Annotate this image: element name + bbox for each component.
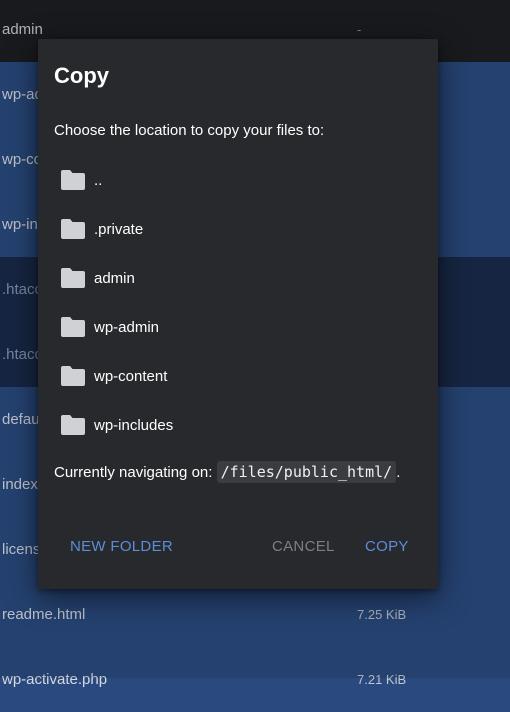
copy-dialog: Copy Choose the location to copy your fi… — [38, 39, 438, 589]
folder-label: wp-content — [94, 368, 168, 385]
folder-icon — [61, 366, 85, 386]
folder-label: .private — [94, 221, 144, 238]
dialog-title: Copy — [54, 63, 109, 88]
folder-item-parent[interactable]: .. — [38, 156, 438, 205]
dialog-prompt: Choose the location to copy your files t… — [54, 122, 325, 139]
folder-icon — [61, 219, 85, 239]
folder-icon — [61, 268, 85, 288]
folder-label: .. — [94, 172, 103, 189]
navigating-prefix: Currently navigating on: — [54, 464, 217, 481]
folder-label: wp-includes — [94, 417, 174, 434]
folder-item-admin[interactable]: admin — [38, 254, 438, 303]
folder-icon — [61, 170, 85, 190]
current-path: /files/public_html/ — [216, 461, 397, 483]
folder-item-private[interactable]: .private — [38, 205, 438, 254]
folder-list: .. .private admin wp-admin wp-content wp… — [38, 156, 438, 450]
cancel-button[interactable]: CANCEL — [272, 529, 335, 565]
folder-label: admin — [94, 270, 135, 287]
folder-label: wp-admin — [94, 319, 160, 336]
folder-icon — [61, 317, 85, 337]
folder-item-wp-content[interactable]: wp-content — [38, 352, 438, 401]
folder-icon — [61, 415, 85, 435]
folder-item-wp-admin[interactable]: wp-admin — [38, 303, 438, 352]
current-location: Currently navigating on: /files/public_h… — [54, 461, 401, 483]
new-folder-button[interactable]: NEW FOLDER — [70, 529, 173, 565]
dialog-actions: NEW FOLDER CANCEL COPY — [38, 529, 438, 565]
folder-item-wp-includes[interactable]: wp-includes — [38, 401, 438, 450]
navigating-suffix: . — [396, 464, 401, 481]
copy-button[interactable]: COPY — [365, 529, 409, 565]
